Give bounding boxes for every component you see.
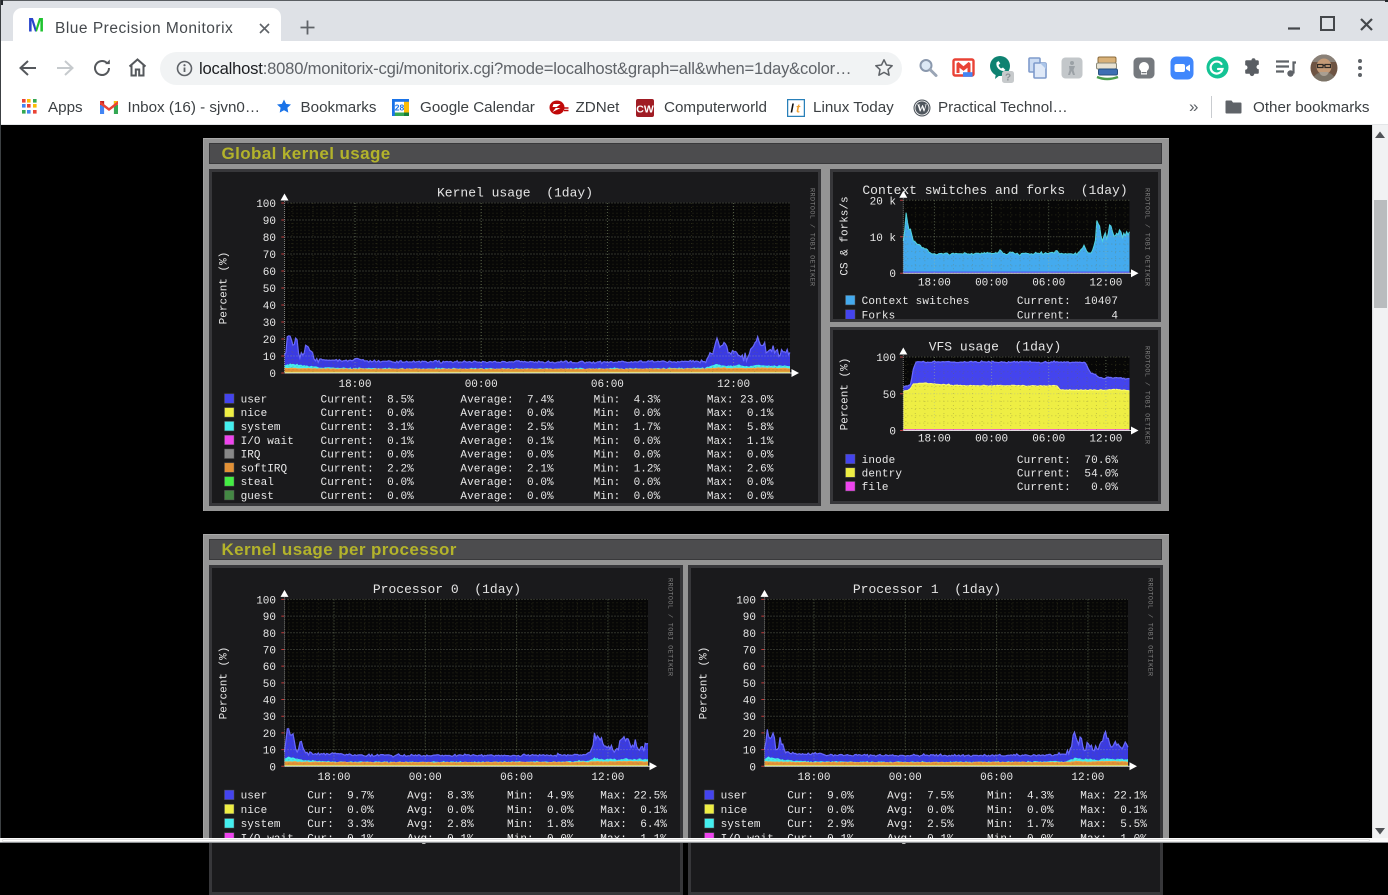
svg-text:60: 60 xyxy=(742,662,755,674)
svg-text:RRDTOOL / TOBI OETIKER: RRDTOOL / TOBI OETIKER xyxy=(666,578,674,677)
svg-text:nice Cur: 0.0% Avg:: nice Cur: 0.0% Avg: 0.0% Min: 0.0% Max: … xyxy=(241,805,668,817)
svg-text:IRQ Current: 0.0%: IRQ Current: 0.0% Average: 0.0% Min: 0.0… xyxy=(241,449,774,461)
svg-text:Percent (%): Percent (%) xyxy=(698,646,710,719)
svg-text:RRDTOOL / TOBI OETIKER: RRDTOOL / TOBI OETIKER xyxy=(808,188,816,287)
svg-text:40: 40 xyxy=(263,301,276,313)
svg-text:40: 40 xyxy=(263,695,276,707)
svg-text:system Cur: 2.9% Avg:: system Cur: 2.9% Avg: 2.5% Min: 1.7% Max… xyxy=(720,819,1147,831)
svg-text:50: 50 xyxy=(263,284,276,296)
svg-text:12:00: 12:00 xyxy=(591,772,624,784)
svg-text:80: 80 xyxy=(742,629,755,641)
svg-text:50: 50 xyxy=(742,679,755,691)
svg-text:20 k: 20 k xyxy=(870,196,897,208)
svg-text:50: 50 xyxy=(263,679,276,691)
svg-text:dentry Current: dentry Current: 54.0% xyxy=(862,468,1119,480)
svg-text:30: 30 xyxy=(263,712,276,724)
svg-text:Processor 0 (1day): Processor 0 (1day) xyxy=(373,582,521,597)
svg-text:Percent (%): Percent (%) xyxy=(219,646,231,719)
svg-text:90: 90 xyxy=(263,216,276,228)
svg-text:70: 70 xyxy=(263,250,276,262)
svg-text:20: 20 xyxy=(263,335,276,347)
svg-text:system Current: 3.1%: system Current: 3.1% Average: 2.5% Min: … xyxy=(241,422,774,434)
svg-text:I/O wait Current: 0.1%: I/O wait Current: 0.1% Average: 0.1% Min… xyxy=(241,435,774,447)
svg-text:CS & forks/s: CS & forks/s xyxy=(840,196,852,275)
svg-text:100: 100 xyxy=(736,595,756,607)
svg-text:W: W xyxy=(917,104,927,115)
svg-text:06:00: 06:00 xyxy=(1032,433,1065,445)
svg-text:Percent (%): Percent (%) xyxy=(219,251,231,324)
svg-text:06:00: 06:00 xyxy=(980,772,1013,784)
svg-text:18:00: 18:00 xyxy=(918,277,951,289)
svg-text:28: 28 xyxy=(395,103,405,113)
svg-text:RRDTOOL / TOBI OETIKER: RRDTOOL / TOBI OETIKER xyxy=(1143,346,1151,445)
svg-text:user Cur: 9.7% Avg:: user Cur: 9.7% Avg: 8.3% Min: 4.9% Max: … xyxy=(241,790,668,802)
svg-text:0: 0 xyxy=(269,762,276,774)
svg-text:softIRQ Current: 2.2%: softIRQ Current: 2.2% Average: 2.1% Min:… xyxy=(241,463,774,475)
svg-text:00:00: 00:00 xyxy=(975,433,1008,445)
svg-text:40: 40 xyxy=(742,695,755,707)
svg-text:Forks Current: Forks Current: 4 xyxy=(862,310,1119,319)
svg-text:90: 90 xyxy=(263,612,276,624)
svg-text:12:00: 12:00 xyxy=(1089,433,1122,445)
svg-text:Context switches Current: Context switches Current: 10407 xyxy=(862,296,1119,308)
svg-text:18:00: 18:00 xyxy=(918,433,951,445)
svg-text:nice Current: 0.0%: nice Current: 0.0% Average: 0.0% Min: 0.… xyxy=(241,408,774,420)
svg-text:80: 80 xyxy=(263,629,276,641)
svg-text:00:00: 00:00 xyxy=(888,772,921,784)
svg-text:Percent (%): Percent (%) xyxy=(840,357,852,430)
svg-text:VFS usage (1day): VFS usage (1day) xyxy=(929,339,1062,354)
svg-text:0: 0 xyxy=(749,762,756,774)
svg-text:guest Current: 0.0%: guest Current: 0.0% Average: 0.0% Min: 0… xyxy=(241,491,774,503)
svg-text:nice Cur: 0.0% Avg:: nice Cur: 0.0% Avg: 0.0% Min: 0.0% Max: … xyxy=(720,805,1147,817)
svg-text:60: 60 xyxy=(263,267,276,279)
svg-text:12:00: 12:00 xyxy=(717,379,750,391)
svg-text:0: 0 xyxy=(889,426,896,438)
svg-text:10: 10 xyxy=(742,745,755,757)
svg-text:12:00: 12:00 xyxy=(1071,772,1104,784)
svg-text:100: 100 xyxy=(256,595,276,607)
svg-text:0: 0 xyxy=(889,269,896,281)
svg-text:Processor 1 (1day): Processor 1 (1day) xyxy=(852,582,1000,597)
svg-text:00:00: 00:00 xyxy=(409,772,442,784)
svg-text:60: 60 xyxy=(263,662,276,674)
svg-text:user Current: 8.5%: user Current: 8.5% Average: 7.4% Min: 4.… xyxy=(241,394,774,406)
svg-text:file Current: file Current: 0.0% xyxy=(862,482,1119,494)
svg-text:30: 30 xyxy=(742,712,755,724)
svg-text:30: 30 xyxy=(263,318,276,330)
svg-text:12:00: 12:00 xyxy=(1089,277,1122,289)
svg-text:18:00: 18:00 xyxy=(317,772,350,784)
svg-text:06:00: 06:00 xyxy=(1032,277,1065,289)
svg-text:10: 10 xyxy=(263,352,276,364)
svg-text:18:00: 18:00 xyxy=(338,379,371,391)
svg-text:user Cur: 9.0% Avg:: user Cur: 9.0% Avg: 7.5% Min: 4.3% Max: … xyxy=(720,790,1147,802)
svg-text:06:00: 06:00 xyxy=(591,379,624,391)
svg-text:100: 100 xyxy=(256,199,276,211)
svg-text:20: 20 xyxy=(263,729,276,741)
svg-text:90: 90 xyxy=(742,612,755,624)
svg-text:CW: CW xyxy=(636,104,654,116)
svg-text:100: 100 xyxy=(876,353,896,365)
svg-text:70: 70 xyxy=(263,645,276,657)
svg-text:70: 70 xyxy=(742,645,755,657)
svg-text:10: 10 xyxy=(263,745,276,757)
svg-text:00:00: 00:00 xyxy=(465,379,498,391)
svg-text:RRDTOOL / TOBI OETIKER: RRDTOOL / TOBI OETIKER xyxy=(1143,188,1151,287)
svg-text:system Cur: 3.3% Avg:: system Cur: 3.3% Avg: 2.8% Min: 1.8% Max… xyxy=(241,819,668,831)
svg-text:80: 80 xyxy=(263,233,276,245)
svg-text:18:00: 18:00 xyxy=(797,772,830,784)
svg-text:06:00: 06:00 xyxy=(500,772,533,784)
svg-text:inode Current: inode Current: 70.6% xyxy=(862,454,1119,466)
svg-text:20: 20 xyxy=(742,729,755,741)
svg-text:Kernel usage (1day): Kernel usage (1day) xyxy=(437,185,593,200)
svg-text:00:00: 00:00 xyxy=(975,277,1008,289)
svg-text:?: ? xyxy=(1005,73,1011,84)
svg-text:0: 0 xyxy=(269,369,276,381)
svg-text:50: 50 xyxy=(883,389,896,401)
svg-text:RRDTOOL / TOBI OETIKER: RRDTOOL / TOBI OETIKER xyxy=(1145,578,1153,677)
svg-text:steal Current: 0.0%: steal Current: 0.0% Average: 0.0% Min: 0… xyxy=(241,477,774,489)
svg-text:10 k: 10 k xyxy=(870,232,897,244)
